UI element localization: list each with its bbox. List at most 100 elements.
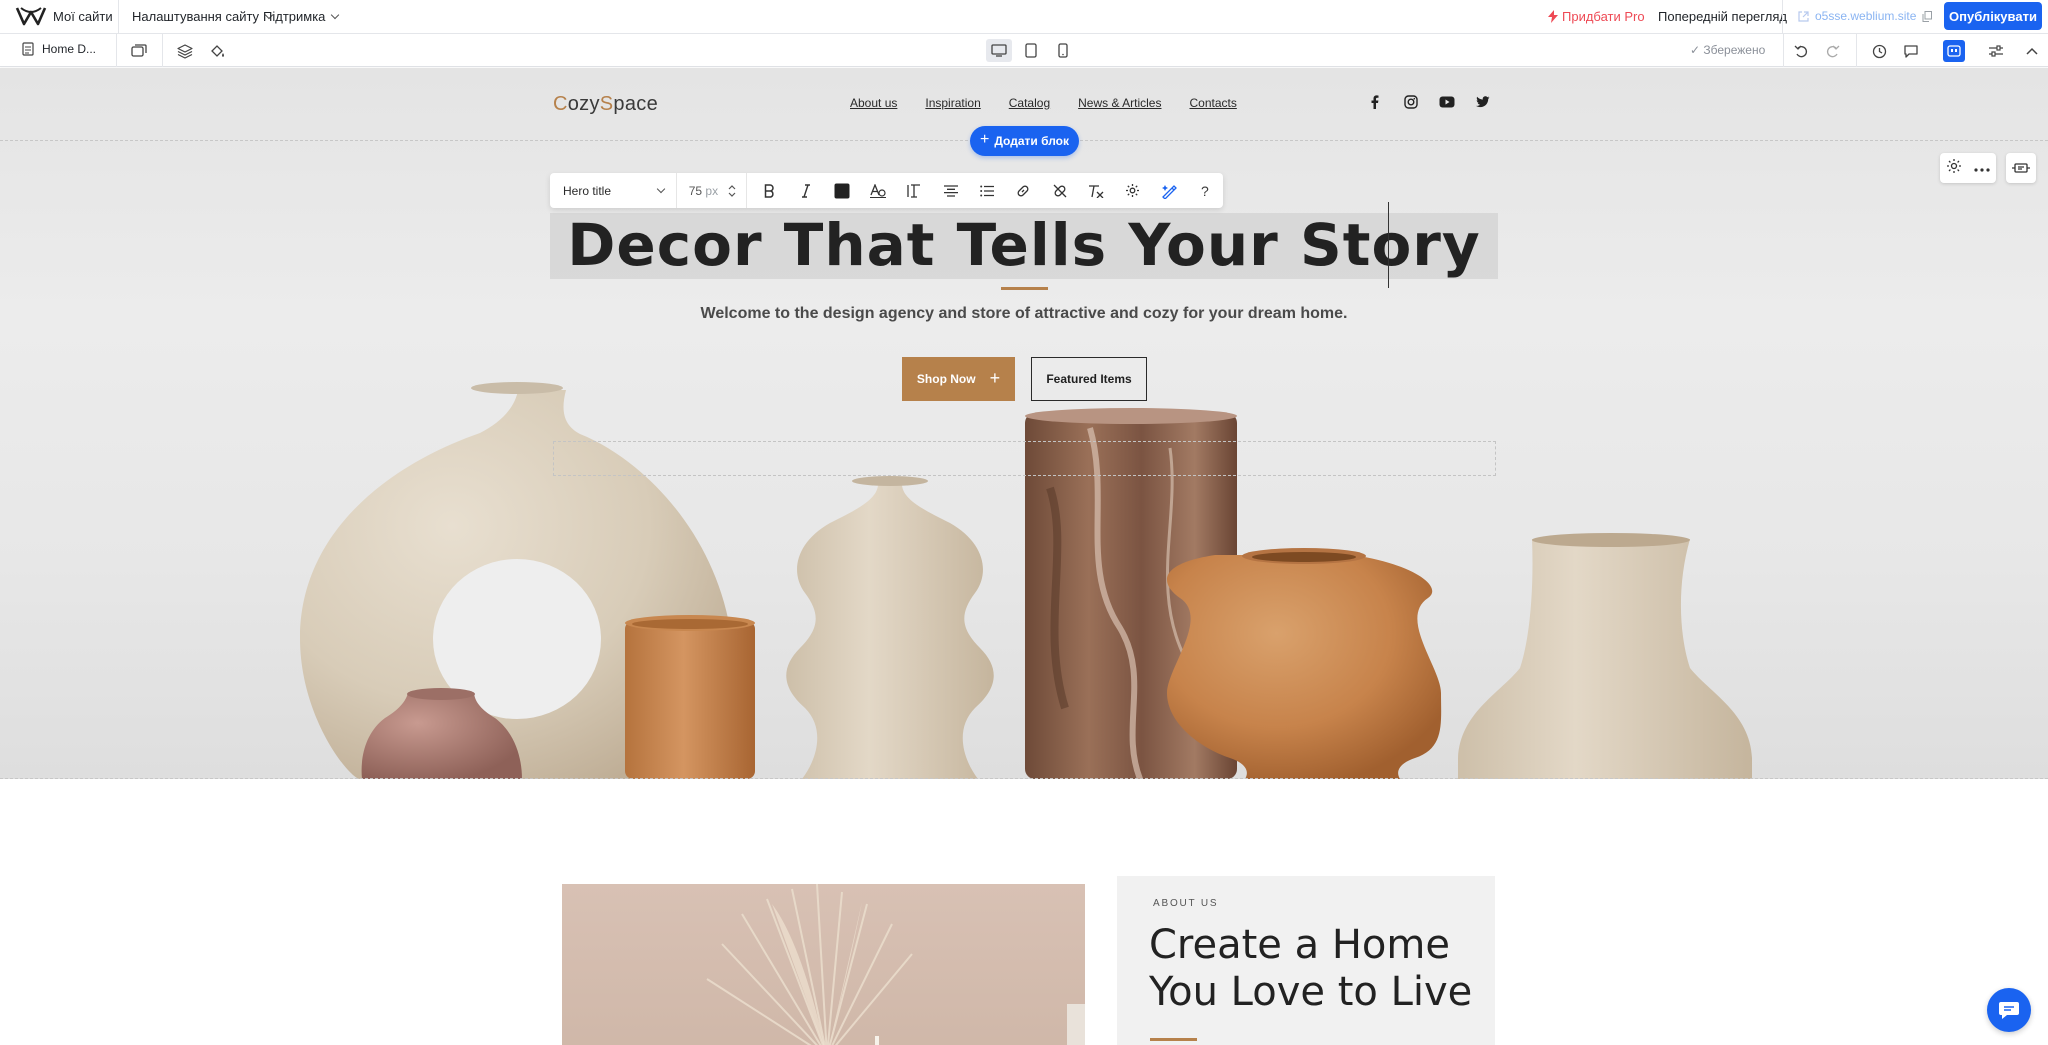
weblium-logo[interactable]: [15, 4, 47, 28]
divider: [1856, 34, 1857, 67]
saved-status: ✓ Збережено: [1690, 43, 1766, 57]
support-menu[interactable]: Підтримка: [263, 9, 340, 24]
site-settings-label: Налаштування сайту: [132, 9, 260, 24]
social-links: [1367, 94, 1491, 110]
featured-items-button[interactable]: Featured Items: [1031, 357, 1147, 401]
tablet-view-button[interactable]: [1018, 39, 1044, 62]
design-paint-icon[interactable]: [206, 40, 228, 62]
chevron-down-icon: [331, 10, 340, 19]
plus-icon: +: [979, 131, 990, 148]
pages-icon[interactable]: [128, 40, 150, 62]
line-height-icon[interactable]: [896, 173, 932, 208]
more-options-icon[interactable]: [1974, 159, 1990, 177]
mobile-icon: [1058, 43, 1068, 58]
undo-icon[interactable]: [1790, 40, 1812, 62]
bold-icon[interactable]: [751, 173, 787, 208]
about-image: [562, 884, 1085, 1045]
lightning-icon: [1548, 10, 1558, 23]
twitter-icon[interactable]: [1475, 94, 1491, 110]
domain-text: o5sse.weblium.site: [1815, 9, 1917, 23]
divider: [116, 34, 117, 67]
desktop-icon: [991, 44, 1007, 57]
about-image-frame[interactable]: [553, 876, 1117, 1045]
page-icon: [22, 42, 34, 56]
about-title[interactable]: Create a Home You Love to Live: [1149, 922, 1472, 1016]
site-nav: About us Inspiration Catalog News & Arti…: [850, 96, 1237, 110]
shop-now-label: Shop Now: [916, 372, 976, 386]
copy-icon[interactable]: [1922, 10, 1933, 22]
site-logo[interactable]: CozySpace: [553, 93, 658, 116]
stepper-arrows-icon[interactable]: [728, 184, 736, 197]
block-layout-icon[interactable]: [2006, 153, 2036, 183]
unlink-icon[interactable]: [1042, 173, 1078, 208]
nav-catalog[interactable]: Catalog: [1009, 96, 1050, 110]
block-tools: [1940, 153, 1996, 183]
clear-format-icon[interactable]: [1078, 173, 1114, 208]
nav-contacts[interactable]: Contacts: [1189, 96, 1236, 110]
page-name: Home D...: [42, 42, 97, 56]
add-pro-link[interactable]: Придбати Pro: [1548, 9, 1645, 24]
nav-about[interactable]: About us: [850, 96, 897, 110]
nav-news[interactable]: News & Articles: [1078, 96, 1161, 110]
chat-support-button[interactable]: [1987, 988, 2031, 1032]
block-settings-icon[interactable]: [1946, 158, 1962, 179]
text-color-icon[interactable]: [824, 173, 860, 208]
align-center-icon[interactable]: [933, 173, 969, 208]
redo-icon[interactable]: [1822, 40, 1844, 62]
mobile-view-button[interactable]: [1050, 39, 1076, 62]
text-caret: [1388, 202, 1389, 288]
page-selector[interactable]: Home D...: [22, 42, 96, 56]
preview-link[interactable]: Попередній перегляд: [1658, 9, 1787, 24]
youtube-icon[interactable]: [1439, 94, 1455, 110]
weblium-ai-icon[interactable]: [1943, 40, 1965, 62]
add-pro-label: Придбати Pro: [1562, 9, 1645, 24]
add-block-button[interactable]: + Додати блок: [970, 126, 1079, 156]
hero-subtitle[interactable]: Welcome to the design agency and store o…: [550, 305, 1498, 323]
add-block-label: Додати блок: [994, 134, 1069, 148]
editor-toolbar: Home D... ✓ Збережено: [0, 34, 2048, 67]
publish-button[interactable]: Опублікувати: [1944, 2, 2042, 30]
shop-now-button[interactable]: Shop Now +: [902, 357, 1015, 401]
section-boundary: [0, 778, 2048, 779]
hero-section[interactable]: CozySpace About us Inspiration Catalog N…: [0, 68, 2048, 779]
support-label: Підтримка: [263, 9, 326, 24]
link-icon[interactable]: [1005, 173, 1041, 208]
about-label: ABOUT US: [1153, 898, 1219, 909]
hero-title[interactable]: Decor That Tells Your Story: [550, 212, 1498, 278]
desktop-view-button[interactable]: [986, 39, 1012, 62]
divider: [1782, 0, 1783, 34]
tablet-icon: [1025, 43, 1037, 58]
comments-icon[interactable]: [1900, 40, 1922, 62]
text-highlight-icon[interactable]: [860, 173, 896, 208]
text-settings-icon[interactable]: [1114, 173, 1150, 208]
font-size-stepper[interactable]: 75 px: [677, 173, 748, 208]
site-settings-menu[interactable]: Налаштування сайту: [132, 9, 274, 24]
nav-inspiration[interactable]: Inspiration: [925, 96, 980, 110]
domain-link[interactable]: o5sse.weblium.site: [1798, 9, 1933, 23]
instagram-icon[interactable]: [1403, 94, 1419, 110]
history-icon[interactable]: [1868, 40, 1890, 62]
facebook-icon[interactable]: [1367, 94, 1383, 110]
chat-icon: [1999, 1002, 2019, 1019]
plus-icon: +: [989, 367, 1001, 388]
chevron-down-icon: [656, 184, 665, 193]
settings-sliders-icon[interactable]: [1985, 40, 2007, 62]
title-accent-line: [1001, 287, 1048, 290]
help-icon[interactable]: ?: [1187, 173, 1223, 208]
layers-icon[interactable]: [174, 40, 196, 62]
collapse-chevron-icon[interactable]: [2021, 40, 2043, 62]
my-sites-link[interactable]: Мої сайти: [53, 9, 113, 24]
italic-icon[interactable]: [787, 173, 823, 208]
text-style-value: Hero title: [563, 183, 612, 198]
divider: [1783, 34, 1784, 67]
font-size-unit: px: [705, 183, 719, 198]
divider: [162, 34, 163, 67]
ai-write-icon[interactable]: [1150, 173, 1186, 208]
font-size-value: 75: [688, 183, 703, 198]
text-format-toolbar: Hero title 75 px ?: [550, 173, 1223, 208]
text-style-select[interactable]: Hero title: [550, 173, 677, 208]
external-link-icon: [1798, 10, 1809, 22]
top-app-bar: Мої сайти Налаштування сайту Підтримка П…: [0, 0, 2048, 34]
about-card: ABOUT US Create a Home You Love to Live: [1117, 876, 1495, 1045]
list-icon[interactable]: [969, 173, 1005, 208]
